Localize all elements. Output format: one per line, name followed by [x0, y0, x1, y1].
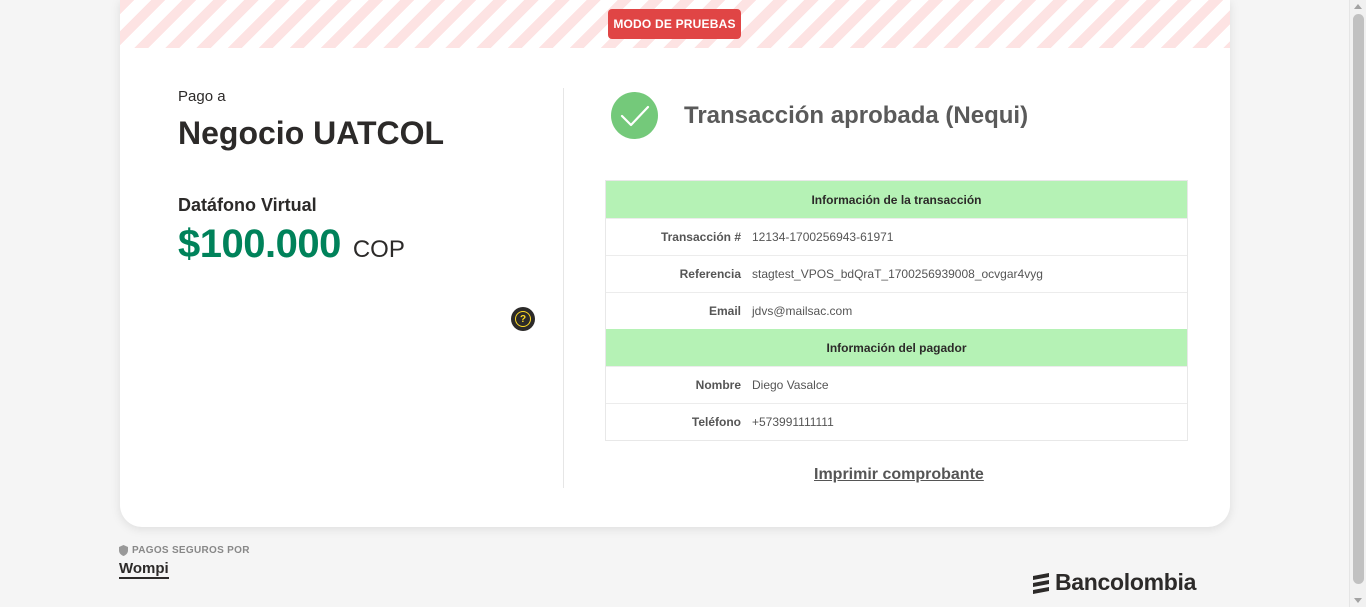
check-icon: [611, 92, 658, 139]
scrollbar-thumb[interactable]: [1353, 14, 1364, 584]
row-value: jdvs@mailsac.com: [752, 304, 853, 318]
row-value: +573991111111: [752, 415, 834, 429]
shield-icon: [119, 545, 128, 556]
scroll-up-icon[interactable]: [1354, 4, 1362, 9]
status-text: Transacción aprobada (Nequi): [684, 101, 1029, 129]
test-mode-banner: MODO DE PRUEBAS: [120, 0, 1230, 48]
row-label: Teléfono: [691, 415, 741, 429]
payment-card: MODO DE PRUEBAS Pago a Negocio UATCOL Da…: [120, 0, 1230, 527]
wompi-logo: Wompi: [119, 560, 169, 579]
table-row: Referencia stagtest_VPOS_bdQraT_17002569…: [606, 255, 1187, 292]
row-label: Referencia: [679, 267, 741, 281]
scroll-down-icon[interactable]: [1354, 598, 1362, 603]
column-divider: [563, 88, 564, 488]
row-value: 12134-1700256943-61971: [752, 230, 894, 244]
product-name: Datáfono Virtual: [178, 195, 317, 215]
test-mode-badge: MODO DE PRUEBAS: [608, 9, 741, 39]
bancolombia-logo: Bancolombia: [1031, 569, 1196, 596]
table-row: Teléfono +573991111111: [606, 403, 1187, 440]
pay-to-label: Pago a: [178, 88, 226, 105]
row-value: stagtest_VPOS_bdQraT_1700256939008_ocvga…: [752, 267, 1043, 281]
transaction-section-header: Información de la transacción: [606, 181, 1187, 218]
table-row: Nombre Diego Vasalce: [606, 366, 1187, 403]
transaction-status: Transacción aprobada (Nequi): [611, 92, 1028, 139]
table-row: Email jdvs@mailsac.com: [606, 292, 1187, 329]
bancolombia-mark-icon: [1033, 572, 1049, 594]
secure-text: PAGOS SEGUROS POR: [132, 545, 250, 556]
row-label: Nombre: [695, 378, 741, 392]
merchant-panel: Pago a Negocio UATCOL Datáfono Virtual $…: [178, 88, 558, 267]
table-row: Transacción # 12134-1700256943-61971: [606, 218, 1187, 255]
row-label: Email: [708, 304, 741, 318]
payer-section-header: Información del pagador: [606, 329, 1187, 366]
print-receipt-link[interactable]: Imprimir comprobante: [814, 466, 984, 484]
bank-name: Bancolombia: [1055, 569, 1197, 595]
amount-row: $100.000 COP: [178, 222, 558, 267]
currency-label: COP: [352, 236, 405, 263]
row-value: Diego Vasalce: [752, 378, 829, 392]
transaction-info-table: Información de la transacción Transacció…: [605, 180, 1188, 441]
amount-value: $100.000: [178, 222, 341, 266]
vertical-scrollbar[interactable]: [1349, 0, 1366, 607]
help-icon[interactable]: ?: [511, 307, 535, 331]
secure-payments-label: PAGOS SEGUROS POR: [119, 545, 250, 556]
row-label: Transacción #: [660, 230, 741, 244]
merchant-name: Negocio UATCOL: [178, 115, 445, 151]
